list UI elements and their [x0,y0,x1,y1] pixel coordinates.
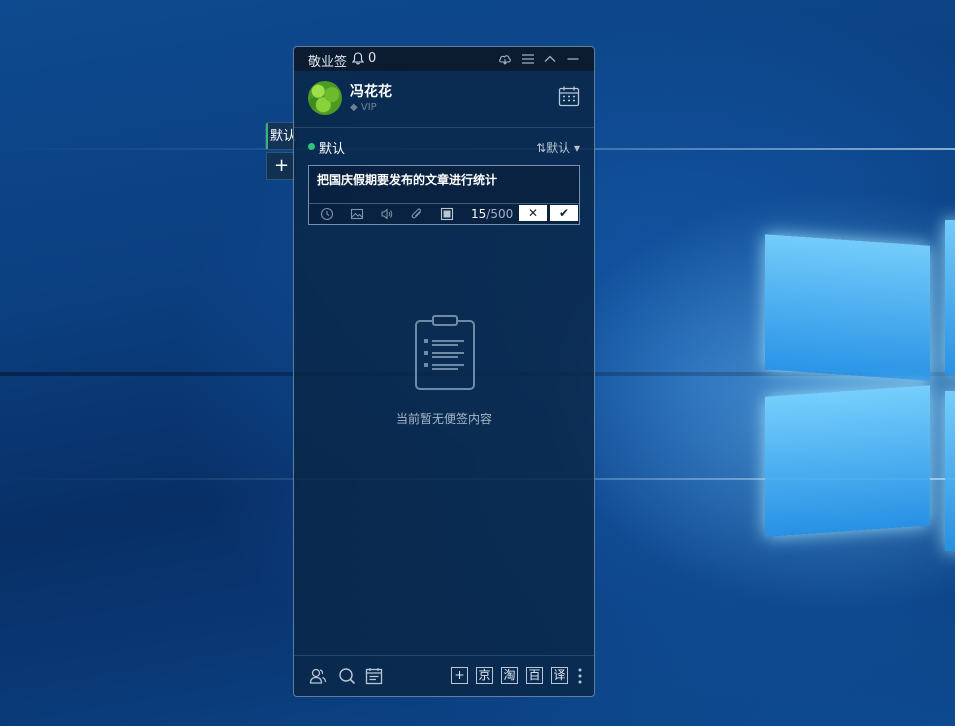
collapse-icon[interactable] [543,52,557,66]
group-name[interactable]: 默认 [319,138,345,157]
username: 冯花花 [350,84,392,100]
char-counter: 15/500 [471,207,513,221]
profile-section: 冯花花 ◆ VIP [294,71,594,128]
stop-icon[interactable] [440,207,454,221]
clipboard-icon [415,315,475,390]
minimize-icon[interactable] [566,52,580,66]
char-count: 15 [471,207,487,221]
char-limit: /500 [486,207,514,221]
more-icon[interactable] [578,667,582,685]
attachment-icon[interactable] [410,207,424,221]
sort-dropdown[interactable]: ⇅默认 ▾ [536,139,580,156]
windows-logo [760,215,955,555]
calendar-list-icon[interactable] [365,667,383,685]
editor-toolbar: 15/500 ✕ ✔ [309,203,579,224]
note-input[interactable]: 把国庆假期要发布的文章进行统计 [317,171,497,188]
note-editor[interactable]: 把国庆假期要发布的文章进行统计 15/500 ✕ ✔ [308,165,580,225]
cancel-button[interactable]: ✕ [519,205,547,221]
bell-icon[interactable] [352,52,364,65]
jd-shortcut-button[interactable]: 京 [476,667,493,684]
add-tab-button[interactable]: + [266,152,296,180]
image-icon[interactable] [350,207,364,221]
cloud-sync-icon[interactable] [498,52,512,66]
menu-icon[interactable] [521,52,535,66]
taobao-shortcut-button[interactable]: 淘 [501,667,518,684]
group-status-dot [308,143,315,150]
search-icon[interactable] [338,667,356,685]
translate-shortcut-button[interactable]: 译 [551,667,568,684]
calendar-icon[interactable] [558,85,580,107]
new-note-button[interactable]: + [451,667,468,684]
contacts-icon[interactable] [309,667,327,685]
group-header: 默认 ⇅默认 ▾ [294,137,594,157]
vip-badge: ◆ VIP [350,102,377,113]
sort-label: 默认 [546,141,571,155]
app-title: 敬业签 [308,55,348,70]
bottom-toolbar: + 京 淘 百 译 [294,655,594,696]
empty-state-message: 当前暂无便签内容 [395,412,492,426]
vip-label: VIP [360,102,377,113]
notes-panel: 敬业签 0 冯花花 ◆ VIP 默认 ⇅默认 ▾ 把国庆假期要发布的文章进行统计… [293,46,595,697]
audio-icon[interactable] [380,207,394,221]
avatar[interactable] [308,81,342,115]
titlebar: 敬业签 0 [294,47,594,71]
baidu-shortcut-button[interactable]: 百 [526,667,543,684]
notification-count: 0 [368,51,377,66]
clock-icon[interactable] [320,207,334,221]
confirm-button[interactable]: ✔ [550,205,578,221]
